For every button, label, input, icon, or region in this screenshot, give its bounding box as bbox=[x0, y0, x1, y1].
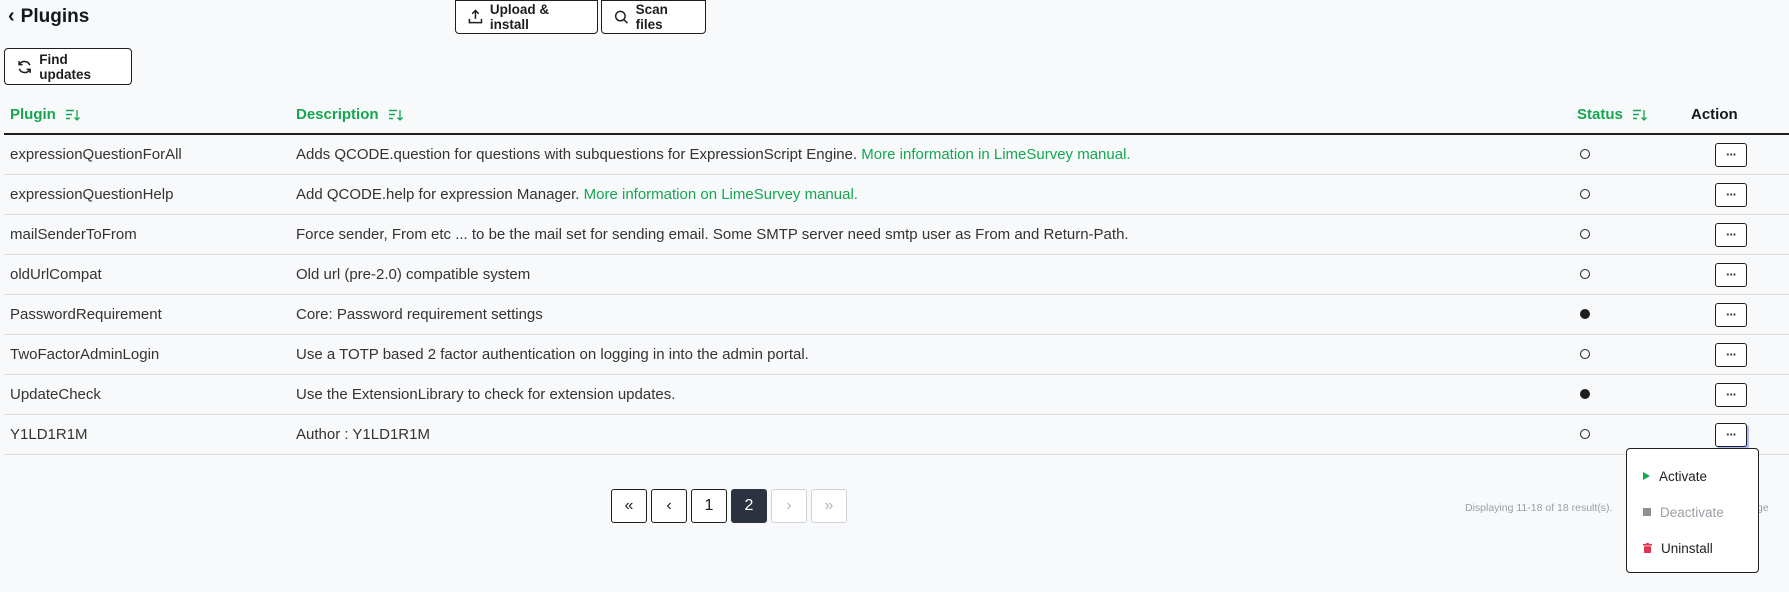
plugin-description: Force sender, From etc ... to be the mai… bbox=[290, 214, 1571, 255]
table-row: Y1LD1R1M Author : Y1LD1R1M ··· bbox=[4, 414, 1789, 455]
more-information-link[interactable]: More information on LimeSurvey manual. bbox=[584, 186, 858, 203]
plugin-status bbox=[1571, 294, 1691, 335]
description-text: Add QCODE.help for expression Manager. bbox=[296, 186, 580, 203]
last-page-button: » bbox=[811, 489, 847, 523]
sort-icon bbox=[66, 109, 80, 121]
activate-menu-item[interactable]: Activate bbox=[1627, 458, 1758, 494]
status-inactive-icon bbox=[1580, 349, 1590, 359]
previous-page-button[interactable]: ‹ bbox=[651, 489, 687, 523]
plugin-name-link[interactable]: PasswordRequirement bbox=[4, 294, 290, 335]
status-active-icon bbox=[1580, 389, 1590, 399]
description-text: Force sender, From etc ... to be the mai… bbox=[296, 226, 1129, 243]
description-text: Old url (pre-2.0) compatible system bbox=[296, 266, 531, 283]
plugin-description: Author : Y1LD1R1M bbox=[290, 414, 1571, 455]
column-header-plugin[interactable]: Plugin bbox=[4, 95, 290, 135]
status-inactive-icon bbox=[1580, 429, 1590, 439]
action-dropdown-menu: Activate Deactivate Uninstall bbox=[1626, 448, 1759, 573]
table-row: PasswordRequirement Core: Password requir… bbox=[4, 294, 1789, 335]
play-icon bbox=[1643, 472, 1650, 480]
row-actions-button[interactable]: ··· bbox=[1715, 302, 1747, 327]
page-1-button[interactable]: 1 bbox=[691, 489, 727, 523]
plugin-description: Use the ExtensionLibrary to check for ex… bbox=[290, 374, 1571, 415]
plugin-status bbox=[1571, 214, 1691, 255]
plugin-name-link[interactable]: expressionQuestionForAll bbox=[4, 134, 290, 175]
stop-icon bbox=[1643, 508, 1651, 516]
row-actions-button[interactable]: ··· bbox=[1715, 262, 1747, 287]
plugin-name-link[interactable]: TwoFactorAdminLogin bbox=[4, 334, 290, 375]
plugin-action: ··· bbox=[1691, 374, 1789, 415]
table-header-row: Plugin Description Status Action bbox=[4, 95, 1789, 135]
plugin-action: ··· bbox=[1691, 294, 1789, 335]
description-text: Adds QCODE.question for questions with s… bbox=[296, 146, 858, 163]
description-text: Use the ExtensionLibrary to check for ex… bbox=[296, 386, 676, 403]
uninstall-menu-item[interactable]: Uninstall bbox=[1627, 530, 1758, 566]
plugin-action: ··· bbox=[1691, 334, 1789, 375]
plugin-status bbox=[1571, 254, 1691, 295]
plugin-description: Adds QCODE.question for questions with s… bbox=[290, 134, 1571, 175]
plugin-action: ··· bbox=[1691, 214, 1789, 255]
plugin-status bbox=[1571, 334, 1691, 375]
row-actions-button[interactable]: ··· bbox=[1715, 422, 1747, 447]
column-header-status[interactable]: Status bbox=[1571, 95, 1691, 135]
upload-icon bbox=[468, 9, 483, 24]
row-actions-button[interactable]: ··· bbox=[1715, 382, 1747, 407]
results-summary: Displaying 11-18 of 18 result(s). bbox=[1465, 502, 1613, 514]
column-header-description[interactable]: Description bbox=[290, 95, 1571, 135]
plugin-name-link[interactable]: Y1LD1R1M bbox=[4, 414, 290, 455]
status-inactive-icon bbox=[1580, 229, 1590, 239]
plugins-table: Plugin Description Status Action express… bbox=[4, 95, 1789, 455]
first-page-button[interactable]: « bbox=[611, 489, 647, 523]
plugin-status bbox=[1571, 374, 1691, 415]
column-header-action: Action bbox=[1691, 95, 1789, 135]
search-icon bbox=[614, 10, 629, 24]
more-information-link[interactable]: More information in LimeSurvey manual. bbox=[861, 146, 1130, 163]
description-text: Author : Y1LD1R1M bbox=[296, 426, 430, 443]
table-row: mailSenderToFrom Force sender, From etc .… bbox=[4, 214, 1789, 255]
plugin-description: Add QCODE.help for expression Manager. M… bbox=[290, 174, 1571, 215]
plugin-name-link[interactable]: expressionQuestionHelp bbox=[4, 174, 290, 215]
table-row: expressionQuestionForAll Adds QCODE.quest… bbox=[4, 134, 1789, 175]
status-active-icon bbox=[1580, 309, 1590, 319]
deactivate-menu-item: Deactivate bbox=[1627, 494, 1758, 530]
scan-files-button[interactable]: Scan files bbox=[601, 0, 706, 34]
pagination: « ‹ 1 2 › » bbox=[611, 489, 847, 523]
find-updates-button[interactable]: Find updates bbox=[4, 48, 132, 85]
plugin-action: ··· bbox=[1691, 174, 1789, 215]
row-actions-button[interactable]: ··· bbox=[1715, 342, 1747, 367]
table-row: oldUrlCompat Old url (pre-2.0) compatible… bbox=[4, 254, 1789, 295]
sort-icon bbox=[1633, 109, 1647, 121]
page-2-button[interactable]: 2 bbox=[731, 489, 767, 523]
plugin-description: Use a TOTP based 2 factor authentication… bbox=[290, 334, 1571, 375]
table-row: UpdateCheck Use the ExtensionLibrary to c… bbox=[4, 374, 1789, 415]
row-actions-button[interactable]: ··· bbox=[1715, 142, 1747, 167]
plugin-description: Core: Password requirement settings bbox=[290, 294, 1571, 335]
trash-icon bbox=[1643, 543, 1652, 553]
description-text: Core: Password requirement settings bbox=[296, 306, 543, 323]
row-actions-button[interactable]: ··· bbox=[1715, 222, 1747, 247]
upload-install-button[interactable]: Upload & install bbox=[455, 0, 598, 34]
plugin-name-link[interactable]: oldUrlCompat bbox=[4, 254, 290, 295]
status-inactive-icon bbox=[1580, 269, 1590, 279]
next-page-button: › bbox=[771, 489, 807, 523]
page-title: Plugins bbox=[20, 6, 90, 27]
status-inactive-icon bbox=[1580, 149, 1590, 159]
plugin-description: Old url (pre-2.0) compatible system bbox=[290, 254, 1571, 295]
back-to-plugins-link[interactable]: ‹ Plugins bbox=[8, 4, 89, 30]
plugin-action: ··· bbox=[1691, 254, 1789, 295]
status-inactive-icon bbox=[1580, 189, 1590, 199]
plugin-name-link[interactable]: mailSenderToFrom bbox=[4, 214, 290, 255]
plugin-status bbox=[1571, 134, 1691, 175]
table-row: expressionQuestionHelp Add QCODE.help for… bbox=[4, 174, 1789, 215]
plugin-name-link[interactable]: UpdateCheck bbox=[4, 374, 290, 415]
table-row: TwoFactorAdminLogin Use a TOTP based 2 fa… bbox=[4, 334, 1789, 375]
sort-icon bbox=[388, 109, 403, 121]
description-text: Use a TOTP based 2 factor authentication… bbox=[296, 346, 809, 363]
refresh-icon bbox=[18, 60, 31, 73]
chevron-left-icon: ‹ bbox=[8, 4, 15, 27]
plugin-status bbox=[1571, 174, 1691, 215]
plugin-action: ··· bbox=[1691, 134, 1789, 175]
row-actions-button[interactable]: ··· bbox=[1715, 182, 1747, 207]
